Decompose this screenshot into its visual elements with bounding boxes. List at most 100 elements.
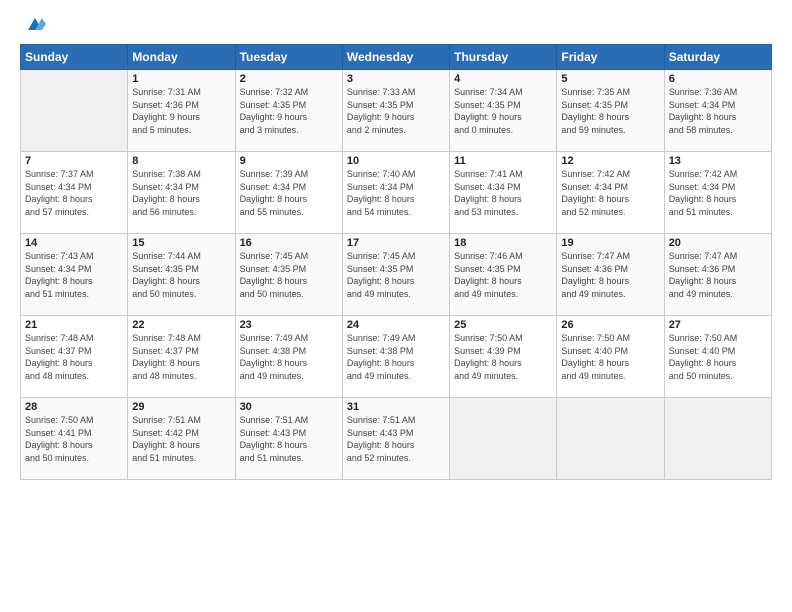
day-info: Sunrise: 7:40 AM Sunset: 4:34 PM Dayligh…	[347, 168, 445, 218]
day-number: 23	[240, 319, 338, 331]
day-info: Sunrise: 7:49 AM Sunset: 4:38 PM Dayligh…	[240, 332, 338, 382]
calendar-day-cell: 1Sunrise: 7:31 AM Sunset: 4:36 PM Daylig…	[128, 70, 235, 152]
calendar-day-cell: 27Sunrise: 7:50 AM Sunset: 4:40 PM Dayli…	[664, 316, 771, 398]
day-info: Sunrise: 7:47 AM Sunset: 4:36 PM Dayligh…	[669, 250, 767, 300]
calendar-day-cell: 12Sunrise: 7:42 AM Sunset: 4:34 PM Dayli…	[557, 152, 664, 234]
day-number: 4	[454, 73, 552, 85]
day-number: 27	[669, 319, 767, 331]
day-number: 6	[669, 73, 767, 85]
calendar-week-row: 7Sunrise: 7:37 AM Sunset: 4:34 PM Daylig…	[21, 152, 772, 234]
calendar-body: 1Sunrise: 7:31 AM Sunset: 4:36 PM Daylig…	[21, 70, 772, 480]
calendar-day-cell: 14Sunrise: 7:43 AM Sunset: 4:34 PM Dayli…	[21, 234, 128, 316]
calendar-day-cell: 23Sunrise: 7:49 AM Sunset: 4:38 PM Dayli…	[235, 316, 342, 398]
calendar-day-cell: 5Sunrise: 7:35 AM Sunset: 4:35 PM Daylig…	[557, 70, 664, 152]
calendar-day-cell: 24Sunrise: 7:49 AM Sunset: 4:38 PM Dayli…	[342, 316, 449, 398]
day-number: 21	[25, 319, 123, 331]
day-info: Sunrise: 7:48 AM Sunset: 4:37 PM Dayligh…	[132, 332, 230, 382]
calendar-day-cell: 25Sunrise: 7:50 AM Sunset: 4:39 PM Dayli…	[450, 316, 557, 398]
day-number: 25	[454, 319, 552, 331]
day-info: Sunrise: 7:36 AM Sunset: 4:34 PM Dayligh…	[669, 86, 767, 136]
day-number: 17	[347, 237, 445, 249]
calendar-day-cell: 16Sunrise: 7:45 AM Sunset: 4:35 PM Dayli…	[235, 234, 342, 316]
calendar-day-cell	[557, 398, 664, 480]
day-number: 3	[347, 73, 445, 85]
day-info: Sunrise: 7:42 AM Sunset: 4:34 PM Dayligh…	[561, 168, 659, 218]
day-info: Sunrise: 7:45 AM Sunset: 4:35 PM Dayligh…	[347, 250, 445, 300]
day-number: 31	[347, 401, 445, 413]
calendar-day-cell: 3Sunrise: 7:33 AM Sunset: 4:35 PM Daylig…	[342, 70, 449, 152]
day-info: Sunrise: 7:45 AM Sunset: 4:35 PM Dayligh…	[240, 250, 338, 300]
day-number: 10	[347, 155, 445, 167]
day-number: 19	[561, 237, 659, 249]
calendar-week-row: 1Sunrise: 7:31 AM Sunset: 4:36 PM Daylig…	[21, 70, 772, 152]
day-number: 15	[132, 237, 230, 249]
calendar-day-cell	[21, 70, 128, 152]
day-info: Sunrise: 7:39 AM Sunset: 4:34 PM Dayligh…	[240, 168, 338, 218]
calendar-day-cell	[664, 398, 771, 480]
calendar-day-cell: 10Sunrise: 7:40 AM Sunset: 4:34 PM Dayli…	[342, 152, 449, 234]
day-number: 1	[132, 73, 230, 85]
calendar-day-cell: 21Sunrise: 7:48 AM Sunset: 4:37 PM Dayli…	[21, 316, 128, 398]
day-info: Sunrise: 7:37 AM Sunset: 4:34 PM Dayligh…	[25, 168, 123, 218]
day-number: 24	[347, 319, 445, 331]
calendar-day-cell: 22Sunrise: 7:48 AM Sunset: 4:37 PM Dayli…	[128, 316, 235, 398]
header	[20, 16, 772, 34]
weekday-header-cell: Monday	[128, 45, 235, 70]
weekday-header-cell: Sunday	[21, 45, 128, 70]
day-info: Sunrise: 7:50 AM Sunset: 4:39 PM Dayligh…	[454, 332, 552, 382]
day-number: 22	[132, 319, 230, 331]
weekday-header-cell: Wednesday	[342, 45, 449, 70]
day-info: Sunrise: 7:50 AM Sunset: 4:40 PM Dayligh…	[561, 332, 659, 382]
day-number: 18	[454, 237, 552, 249]
day-info: Sunrise: 7:41 AM Sunset: 4:34 PM Dayligh…	[454, 168, 552, 218]
day-info: Sunrise: 7:50 AM Sunset: 4:40 PM Dayligh…	[669, 332, 767, 382]
calendar-day-cell: 30Sunrise: 7:51 AM Sunset: 4:43 PM Dayli…	[235, 398, 342, 480]
day-info: Sunrise: 7:33 AM Sunset: 4:35 PM Dayligh…	[347, 86, 445, 136]
day-info: Sunrise: 7:51 AM Sunset: 4:43 PM Dayligh…	[347, 414, 445, 464]
calendar-day-cell: 8Sunrise: 7:38 AM Sunset: 4:34 PM Daylig…	[128, 152, 235, 234]
page: SundayMondayTuesdayWednesdayThursdayFrid…	[0, 0, 792, 612]
day-number: 20	[669, 237, 767, 249]
day-info: Sunrise: 7:47 AM Sunset: 4:36 PM Dayligh…	[561, 250, 659, 300]
calendar-day-cell: 18Sunrise: 7:46 AM Sunset: 4:35 PM Dayli…	[450, 234, 557, 316]
day-info: Sunrise: 7:51 AM Sunset: 4:42 PM Dayligh…	[132, 414, 230, 464]
day-info: Sunrise: 7:51 AM Sunset: 4:43 PM Dayligh…	[240, 414, 338, 464]
day-number: 11	[454, 155, 552, 167]
day-info: Sunrise: 7:31 AM Sunset: 4:36 PM Dayligh…	[132, 86, 230, 136]
weekday-header-cell: Friday	[557, 45, 664, 70]
calendar-day-cell: 6Sunrise: 7:36 AM Sunset: 4:34 PM Daylig…	[664, 70, 771, 152]
day-number: 16	[240, 237, 338, 249]
calendar-day-cell: 26Sunrise: 7:50 AM Sunset: 4:40 PM Dayli…	[557, 316, 664, 398]
calendar-week-row: 28Sunrise: 7:50 AM Sunset: 4:41 PM Dayli…	[21, 398, 772, 480]
day-number: 12	[561, 155, 659, 167]
calendar-day-cell: 28Sunrise: 7:50 AM Sunset: 4:41 PM Dayli…	[21, 398, 128, 480]
day-info: Sunrise: 7:42 AM Sunset: 4:34 PM Dayligh…	[669, 168, 767, 218]
logo	[20, 16, 46, 34]
calendar-day-cell: 4Sunrise: 7:34 AM Sunset: 4:35 PM Daylig…	[450, 70, 557, 152]
calendar-day-cell: 15Sunrise: 7:44 AM Sunset: 4:35 PM Dayli…	[128, 234, 235, 316]
day-info: Sunrise: 7:49 AM Sunset: 4:38 PM Dayligh…	[347, 332, 445, 382]
day-number: 26	[561, 319, 659, 331]
weekday-header-row: SundayMondayTuesdayWednesdayThursdayFrid…	[21, 45, 772, 70]
day-number: 7	[25, 155, 123, 167]
day-number: 30	[240, 401, 338, 413]
day-info: Sunrise: 7:44 AM Sunset: 4:35 PM Dayligh…	[132, 250, 230, 300]
day-info: Sunrise: 7:32 AM Sunset: 4:35 PM Dayligh…	[240, 86, 338, 136]
calendar-day-cell: 2Sunrise: 7:32 AM Sunset: 4:35 PM Daylig…	[235, 70, 342, 152]
weekday-header-cell: Saturday	[664, 45, 771, 70]
calendar-day-cell: 31Sunrise: 7:51 AM Sunset: 4:43 PM Dayli…	[342, 398, 449, 480]
day-info: Sunrise: 7:43 AM Sunset: 4:34 PM Dayligh…	[25, 250, 123, 300]
calendar-day-cell: 7Sunrise: 7:37 AM Sunset: 4:34 PM Daylig…	[21, 152, 128, 234]
calendar-day-cell: 9Sunrise: 7:39 AM Sunset: 4:34 PM Daylig…	[235, 152, 342, 234]
day-number: 13	[669, 155, 767, 167]
calendar-week-row: 14Sunrise: 7:43 AM Sunset: 4:34 PM Dayli…	[21, 234, 772, 316]
day-number: 14	[25, 237, 123, 249]
day-info: Sunrise: 7:50 AM Sunset: 4:41 PM Dayligh…	[25, 414, 123, 464]
day-number: 5	[561, 73, 659, 85]
calendar-day-cell: 19Sunrise: 7:47 AM Sunset: 4:36 PM Dayli…	[557, 234, 664, 316]
calendar-day-cell: 17Sunrise: 7:45 AM Sunset: 4:35 PM Dayli…	[342, 234, 449, 316]
day-number: 28	[25, 401, 123, 413]
calendar-day-cell: 29Sunrise: 7:51 AM Sunset: 4:42 PM Dayli…	[128, 398, 235, 480]
day-number: 8	[132, 155, 230, 167]
calendar-day-cell: 13Sunrise: 7:42 AM Sunset: 4:34 PM Dayli…	[664, 152, 771, 234]
